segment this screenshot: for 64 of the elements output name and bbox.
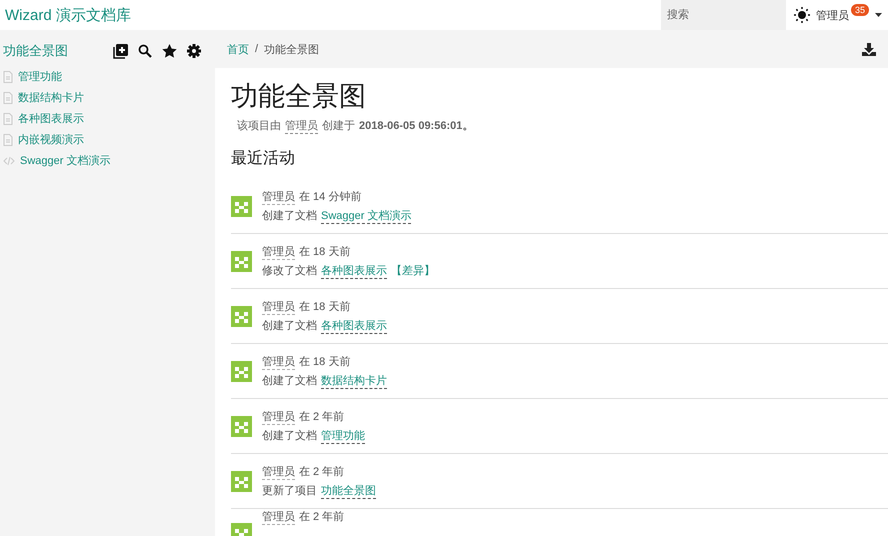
code-icon	[3, 156, 15, 166]
document-link[interactable]: 管理功能	[321, 428, 365, 444]
user-menu[interactable]: 管理员	[816, 8, 849, 22]
sidebar-item[interactable]: 管理功能	[3, 66, 215, 87]
activity-time: 在 18 天前	[299, 244, 350, 260]
sidebar-item[interactable]: 内嵌视频演示	[3, 129, 215, 150]
document-link[interactable]: Swagger 文档演示	[321, 208, 412, 224]
user-link[interactable]: 管理员	[262, 408, 295, 424]
download-icon[interactable]	[862, 42, 876, 56]
avatar-icon	[231, 416, 252, 436]
section-title: 最近活动	[231, 148, 296, 169]
caret-icon[interactable]	[875, 13, 882, 17]
sun-icon[interactable]	[794, 7, 810, 23]
activity-action: 创建了文档	[262, 208, 317, 224]
document-icon	[3, 112, 13, 124]
activity-time: 在 18 天前	[299, 354, 350, 370]
document-link[interactable]: 各种图表展示	[321, 318, 387, 334]
search-field[interactable]: 搜索	[660, 0, 786, 30]
page-title: 功能全景图	[231, 80, 367, 113]
document-link[interactable]: 数据结构卡片	[321, 372, 387, 388]
add-document-icon[interactable]	[113, 44, 128, 58]
document-icon	[3, 70, 13, 82]
avatar-icon	[231, 470, 252, 492]
avatar-icon	[231, 250, 252, 272]
activity-action: 修改了文档	[262, 264, 317, 278]
activity-action: 创建了文档	[262, 374, 317, 388]
search-icon[interactable]	[138, 44, 152, 58]
activity-time: 在 14 分钟前	[299, 190, 362, 204]
avatar-icon	[231, 360, 252, 382]
activity-action: 更新了项目	[262, 484, 317, 498]
created-date: 2018-06-05 09:56:01。	[359, 119, 474, 134]
settings-icon[interactable]	[187, 44, 201, 58]
user-link[interactable]: 管理员	[262, 354, 295, 370]
author-link[interactable]: 管理员	[285, 118, 318, 134]
document-icon	[3, 134, 13, 146]
diff-link[interactable]: 【差异】	[391, 262, 435, 278]
sidebar-title[interactable]: 功能全景图	[3, 42, 113, 60]
document-link[interactable]: 各种图表展示	[321, 262, 387, 278]
document-icon	[3, 92, 13, 104]
sidebar-item[interactable]: Swagger 文档演示	[3, 150, 215, 171]
user-link[interactable]: 管理员	[262, 298, 295, 314]
breadcrumb-link[interactable]: 首页	[227, 42, 249, 56]
activity-time: 在 2 年前	[299, 464, 344, 480]
activity-action: 创建了文档	[262, 318, 317, 334]
breadcrumb-separator: /	[255, 43, 258, 55]
meta-text: 该项目由	[237, 118, 281, 134]
notification-badge: 35	[850, 4, 869, 16]
meta-text: 创建于	[322, 119, 355, 134]
activity-time: 在 18 天前	[299, 300, 350, 314]
sidebar-item[interactable]: 各种图表展示	[3, 108, 215, 129]
avatar-icon	[231, 196, 252, 216]
breadcrumb-current: 功能全景图	[264, 42, 320, 56]
activity-time: 在 2 年前	[299, 510, 344, 525]
star-icon[interactable]	[162, 44, 177, 58]
brand-title[interactable]: Wizard 演示文档库	[0, 6, 661, 24]
avatar-icon	[231, 306, 252, 326]
user-link[interactable]: 管理员	[262, 244, 295, 260]
activity-time: 在 2 年前	[299, 410, 344, 424]
document-link[interactable]: 功能全景图	[321, 482, 376, 498]
user-link[interactable]: 管理员	[262, 188, 295, 204]
user-link[interactable]: 管理员	[262, 464, 295, 480]
sidebar-item[interactable]: 数据结构卡片	[3, 87, 215, 108]
user-link[interactable]: 管理员	[262, 509, 295, 525]
activity-action: 创建了文档	[262, 428, 317, 444]
